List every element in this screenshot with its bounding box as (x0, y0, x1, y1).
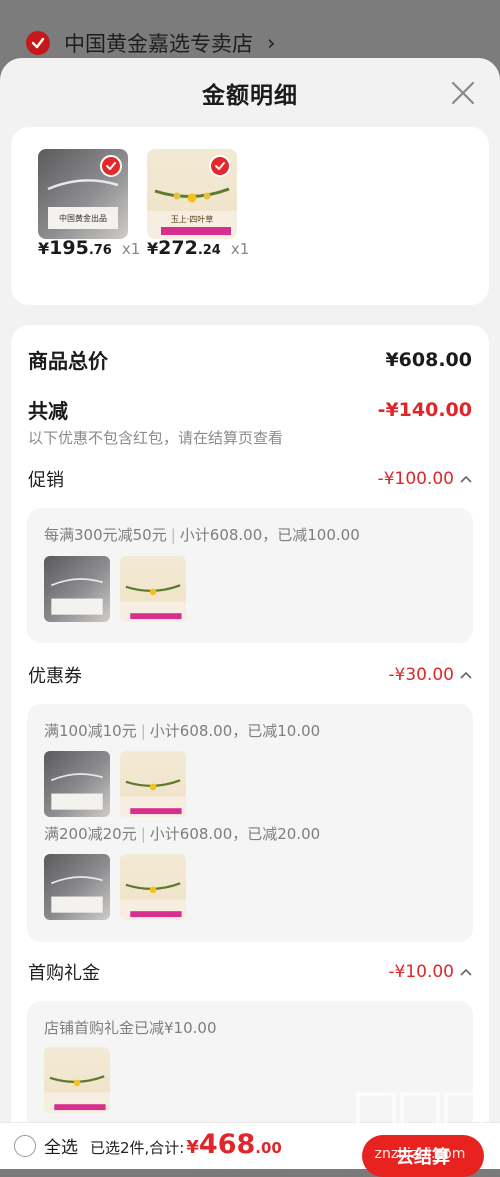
total-price-label: 商品总价 (28, 349, 108, 373)
product-thumbnail[interactable] (44, 751, 110, 817)
price-integer: 195 (49, 237, 89, 259)
divider: | (140, 722, 146, 740)
product-thumbnail[interactable]: 玉上·四叶草 (147, 149, 237, 239)
divider: | (170, 526, 176, 544)
coupon-value-wrap[interactable]: -¥30.00 (388, 665, 472, 685)
first-gift-value-wrap[interactable]: -¥10.00 (388, 962, 472, 982)
total-reduce-row: 共减 -¥140.00 (28, 395, 472, 424)
coupon-rule-detail: 小计608.00，已减10.00 (149, 722, 321, 740)
first-gift-value: -¥10.00 (388, 962, 454, 982)
price-symbol: ¥ (38, 239, 50, 258)
checkout-bar: 全选 已选2件,合计: ¥ 468 .00 去结算 (0, 1122, 500, 1177)
chevron-up-icon[interactable] (460, 475, 472, 483)
first-gift-thumbs (44, 1047, 110, 1113)
product-thumbnail[interactable]: 中国黄金出品 (38, 149, 128, 239)
total-symbol: ¥ (186, 1137, 199, 1158)
price-detail-card: 商品总价 ¥608.00 共减 -¥140.00 以下优惠不包含红包，请在结算页… (11, 325, 489, 1169)
promo-detail: 每满300元减50元 | 小计608.00，已减100.00 (27, 508, 473, 643)
coupon-rule: 满100减10元 | 小计608.00，已减10.00 (44, 720, 320, 741)
coupon-rule-title: 满100减10元 (44, 722, 137, 740)
coupon-thumbs (44, 854, 186, 920)
total-price-value: ¥608.00 (385, 348, 472, 371)
sheet-title: 金额明细 (202, 83, 298, 109)
coupon-rule-title: 满200减20元 (44, 825, 137, 843)
product-thumbnail[interactable] (44, 1047, 110, 1113)
select-all-label: 全选 (44, 1138, 78, 1158)
amount-detail-sheet: 金额明细 中国黄金出品 ¥ 195 .76 x1 玉上·四叶草 ¥ 272 .2… (0, 58, 500, 1169)
thumb-caption: 玉上·四叶草 (171, 214, 214, 224)
total-reduce-value: -¥140.00 (377, 398, 472, 421)
coupon-row[interactable]: 优惠券 -¥30.00 (28, 662, 472, 688)
price-integer: 272 (158, 237, 198, 259)
check-icon[interactable] (209, 155, 231, 177)
promo-value: -¥100.00 (377, 469, 454, 489)
chevron-up-icon[interactable] (460, 671, 472, 679)
price-decimal: .24 (197, 243, 221, 258)
promo-row[interactable]: 促销 -¥100.00 (28, 466, 472, 492)
price-decimal: .76 (88, 243, 112, 258)
product-price: ¥ 195 .76 x1 (38, 237, 140, 259)
price-symbol: ¥ (147, 239, 159, 258)
total-integer: 468 (198, 1129, 256, 1160)
divider: | (140, 825, 146, 843)
store-chevron-icon: › (267, 31, 276, 55)
checkout-button[interactable]: 去结算 (362, 1135, 484, 1177)
product-thumbnail[interactable] (44, 556, 110, 622)
promo-label: 促销 (28, 470, 64, 491)
order-summary: 已选2件,合计: ¥ 468 .00 (90, 1129, 282, 1160)
first-gift-rule: 店铺首购礼金已减¥10.00 (44, 1019, 217, 1037)
coupon-detail: 满100减10元 | 小计608.00，已减10.00 满200减20元 | 小计608… (27, 704, 473, 942)
promo-value-wrap[interactable]: -¥100.00 (378, 469, 472, 489)
product-thumbnail[interactable] (120, 751, 186, 817)
product-item[interactable]: 玉上·四叶草 (147, 149, 237, 239)
reduce-note: 以下优惠不包含红包，请在结算页查看 (28, 429, 284, 447)
coupon-label: 优惠券 (28, 666, 82, 687)
coupon-thumbs (44, 751, 186, 817)
thumb-caption: 中国黄金出品 (59, 213, 107, 223)
close-icon[interactable] (448, 78, 478, 108)
products-card: 中国黄金出品 ¥ 195 .76 x1 玉上·四叶草 ¥ 272 .24 x1 (11, 127, 489, 305)
first-gift-row[interactable]: 首购礼金 -¥10.00 (28, 959, 472, 985)
promo-thumbs (44, 556, 186, 622)
product-thumbnail[interactable] (120, 854, 186, 920)
product-item[interactable]: 中国黄金出品 (38, 149, 128, 239)
coupon-rule: 满200减20元 | 小计608.00，已减20.00 (44, 823, 320, 844)
sheet-header: 金额明细 (0, 58, 500, 128)
product-quantity: x1 (230, 240, 250, 258)
total-price-row: 商品总价 ¥608.00 (28, 345, 472, 374)
total-reduce-label: 共减 (28, 399, 68, 423)
product-price: ¥ 272 .24 x1 (147, 237, 249, 259)
first-gift-label: 首购礼金 (28, 963, 100, 984)
promo-rule: 每满300元减50元 | 小计608.00，已减100.00 (44, 524, 360, 545)
chevron-up-icon[interactable] (460, 968, 472, 976)
check-icon[interactable] (100, 155, 122, 177)
store-check-icon[interactable] (26, 31, 50, 55)
product-thumbnail[interactable] (120, 556, 186, 622)
select-all[interactable]: 全选 (14, 1133, 78, 1158)
total-decimal: .00 (255, 1139, 282, 1157)
store-header[interactable]: 中国黄金嘉选专卖店 › (26, 28, 275, 58)
promo-rule-title: 每满300元减50元 (44, 526, 167, 544)
product-thumbnail[interactable] (44, 854, 110, 920)
store-name: 中国黄金嘉选专卖店 (64, 32, 253, 56)
product-quantity: x1 (121, 240, 141, 258)
coupon-rule-detail: 小计608.00，已减20.00 (149, 825, 321, 843)
select-all-radio[interactable] (14, 1134, 36, 1157)
coupon-value: -¥30.00 (388, 665, 454, 685)
selected-summary: 已选2件,合计: (90, 1139, 185, 1157)
promo-rule-detail: 小计608.00，已减100.00 (179, 526, 360, 544)
